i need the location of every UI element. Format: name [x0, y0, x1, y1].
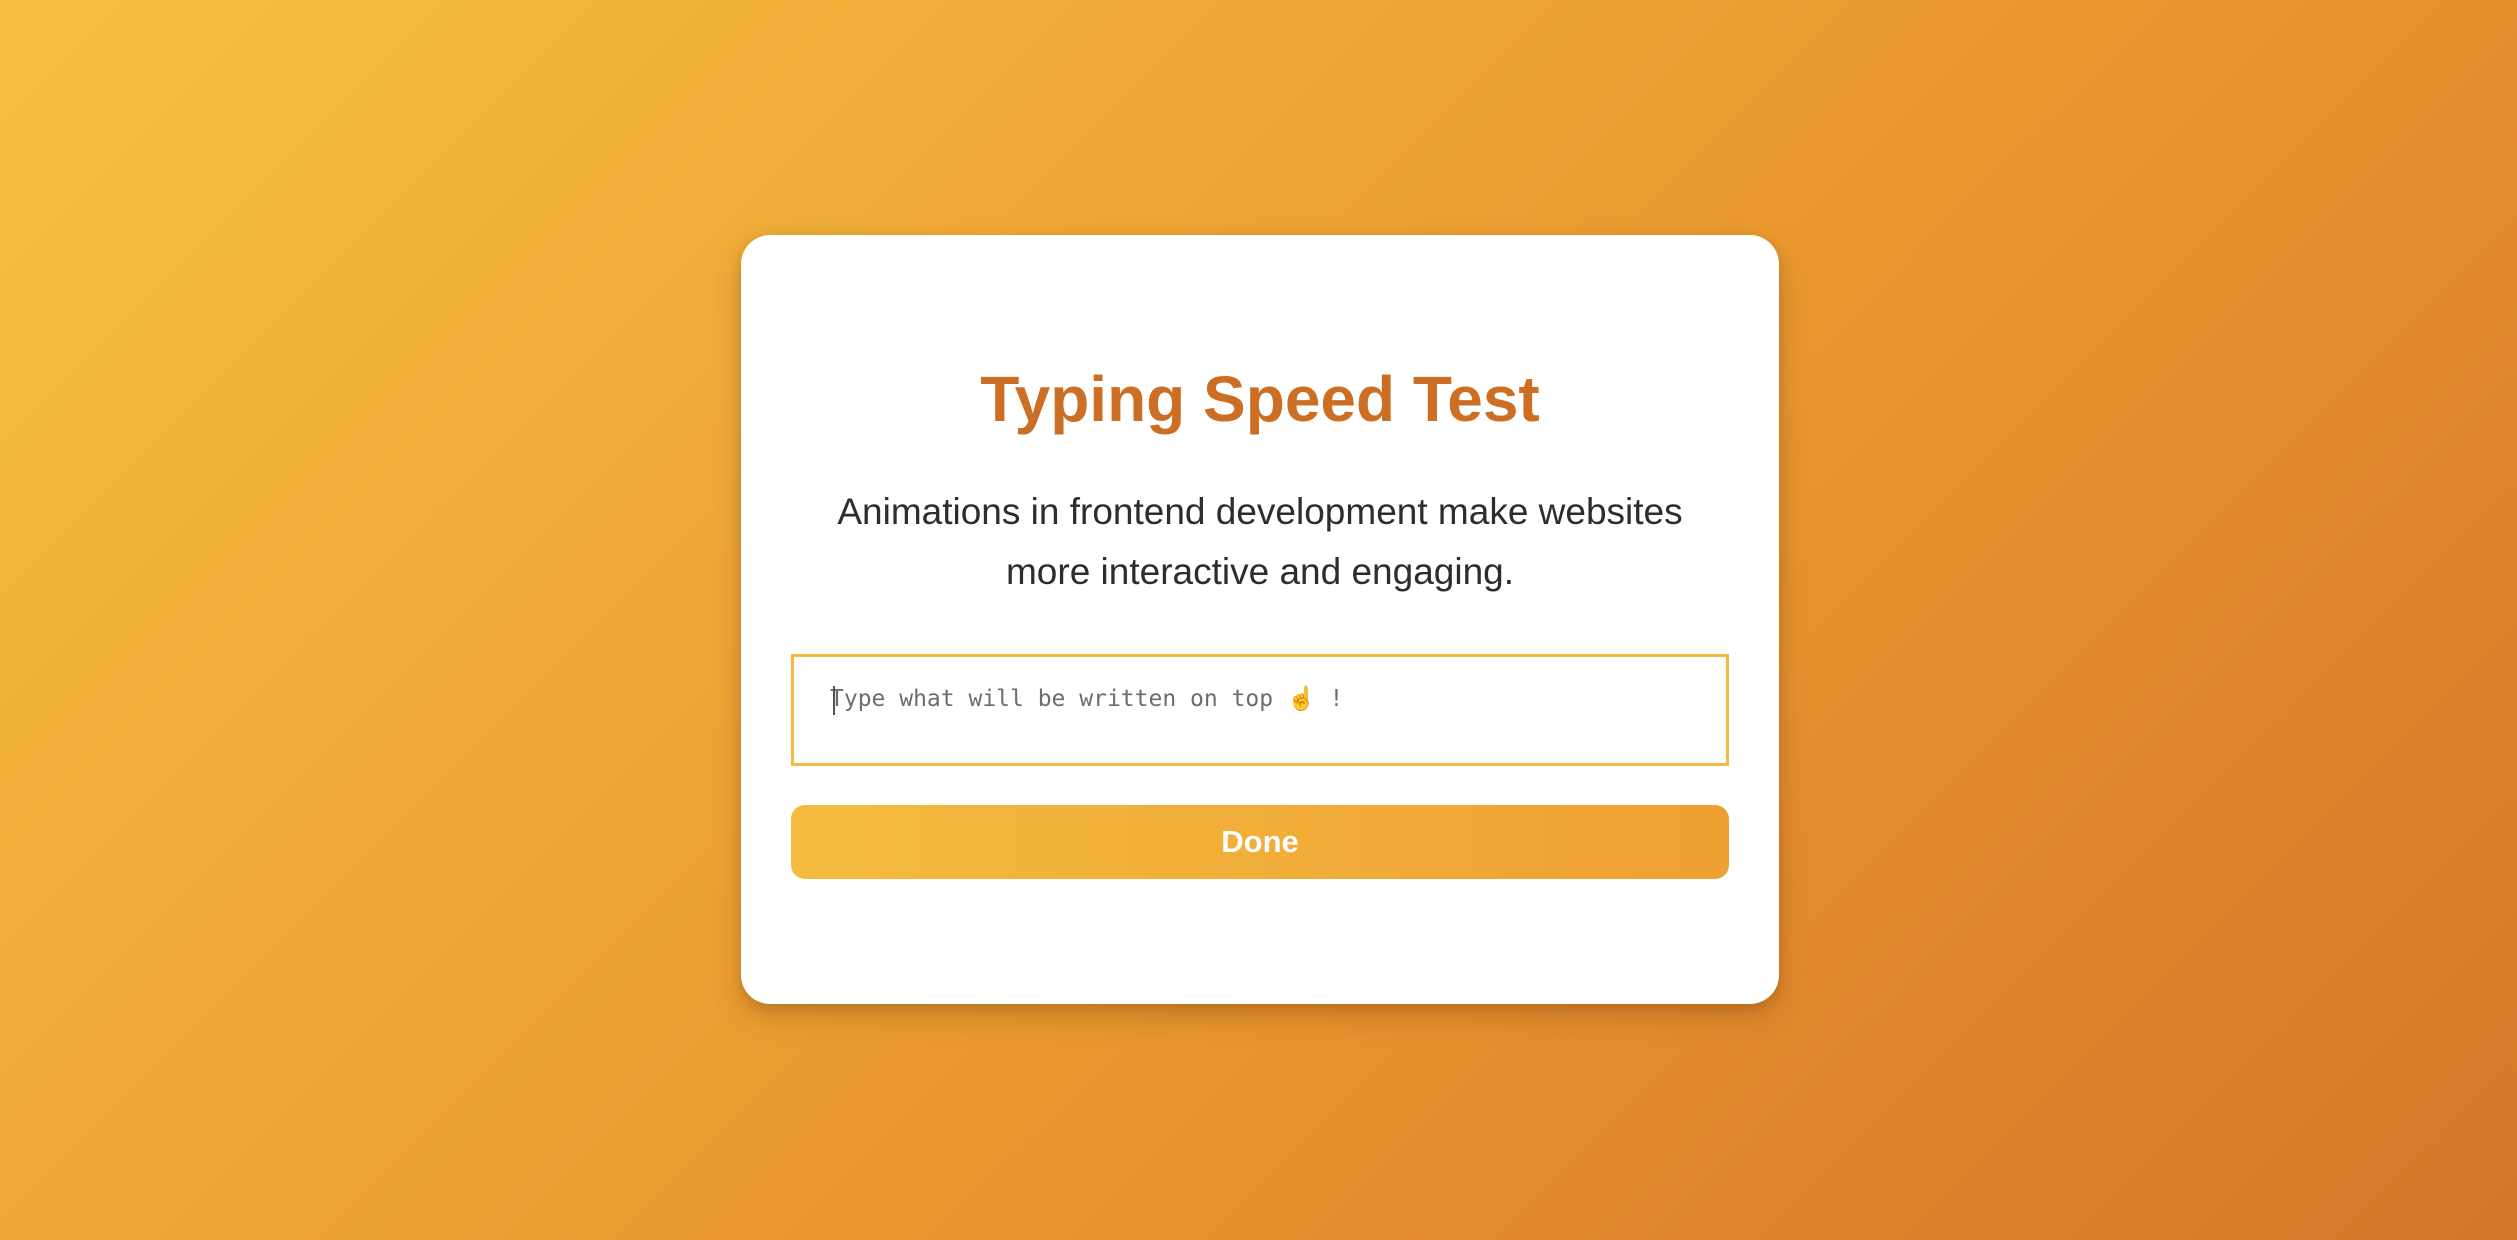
- typing-input[interactable]: [794, 657, 1726, 763]
- test-sentence: Animations in frontend development make …: [837, 491, 1683, 592]
- typing-input-box[interactable]: [791, 654, 1729, 766]
- typing-test-card: Typing Speed Test Animations in frontend…: [741, 235, 1779, 1004]
- text-caret: [833, 686, 835, 715]
- done-button[interactable]: Done: [791, 805, 1729, 879]
- page-title: Typing Speed Test: [980, 363, 1540, 435]
